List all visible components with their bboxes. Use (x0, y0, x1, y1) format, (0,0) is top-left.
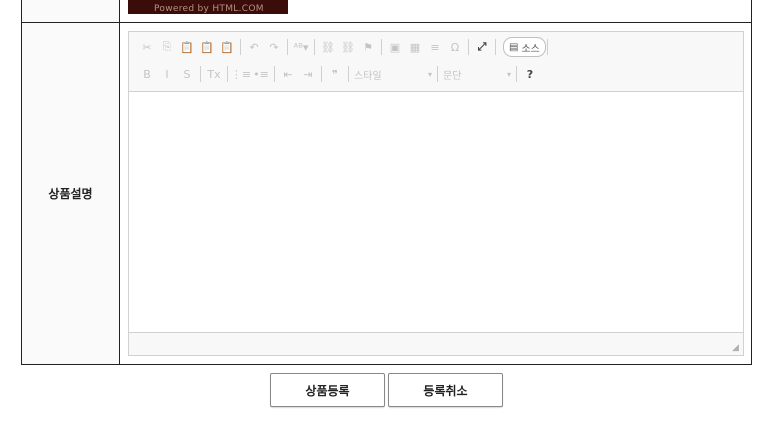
special-char-icon[interactable]: Ω (447, 39, 463, 55)
copy-icon[interactable]: ⎘ (159, 39, 175, 55)
source-button-label: 소스 (521, 43, 540, 55)
toolbar-separator (200, 66, 201, 82)
style-combo-label: 스타일 (354, 70, 382, 82)
cancel-registration-button[interactable]: 등록취소 (388, 373, 503, 407)
toolbar-separator (287, 39, 288, 55)
italic-icon[interactable]: I (159, 66, 175, 82)
toolbar-row-2: B I S Tx ⋮≡ •≡ ⇤ ⇥ ❞ 스타일 ▾ 문단 ▾? (139, 65, 542, 83)
image-icon[interactable]: ▣ (387, 39, 403, 55)
strike-icon[interactable]: S (179, 66, 195, 82)
toolbar-separator (274, 66, 275, 82)
toolbar-separator (314, 39, 315, 55)
bulleted-list-icon[interactable]: •≡ (253, 66, 269, 82)
blockquote-icon[interactable]: ❞ (327, 66, 343, 82)
toolbar-row-1: ✂ ⎘ 📋 📋 📋 ↶ ↷ ᴬᴮ▾ ⛓ ⛓ ⚑ ▣ ▦ ≡ Ω ⤢ ▤ 소스 (139, 37, 553, 57)
paste-icon[interactable]: 📋 (179, 39, 195, 55)
editor-statusbar: ◢ (129, 332, 743, 355)
toolbar-separator (348, 66, 349, 82)
help-icon[interactable]: ? (522, 66, 538, 82)
register-product-button[interactable]: 상품등록 (270, 373, 385, 407)
bold-icon[interactable]: B (139, 66, 155, 82)
maximize-icon[interactable]: ⤢ (474, 39, 490, 55)
unlink-icon[interactable]: ⛓ (340, 39, 356, 55)
toolbar-separator (546, 39, 548, 55)
indent-icon[interactable]: ⇥ (300, 66, 316, 82)
form-label-cell-empty (22, 0, 120, 22)
product-form-table: Powered by HTML.COM 상품설명 ✂ ⎘ 📋 📋 📋 ↶ ↷ ᴬᴮ▾ ⛓ ⛓ ⚑ ▣ ▦… (21, 0, 752, 365)
rich-text-editor: ✂ ⎘ 📋 📋 📋 ↶ ↷ ᴬᴮ▾ ⛓ ⛓ ⚑ ▣ ▦ ≡ Ω ⤢ ▤ 소스 B I S Tx ⋮≡ •≡ ⇤ ⇥ ❞ 스타일 ▾ 문단… (128, 31, 744, 356)
paste-word-icon[interactable]: 📋 (219, 39, 235, 55)
toolbar-separator (227, 66, 228, 82)
spellcheck-icon[interactable]: ᴬᴮ▾ (293, 39, 309, 55)
toolbar-separator (321, 66, 322, 82)
dropdown-arrow-icon: ▾ (506, 69, 511, 79)
dropdown-arrow-icon: ▾ (427, 69, 432, 79)
powered-by-banner: Powered by HTML.COM (128, 0, 288, 14)
horizontal-rule-icon[interactable]: ≡ (427, 39, 443, 55)
style-combo[interactable]: 스타일 ▾ (354, 67, 432, 82)
table-icon[interactable]: ▦ (407, 39, 423, 55)
format-combo[interactable]: 문단 ▾ (443, 67, 511, 82)
toolbar-separator (516, 66, 517, 82)
toolbar-separator (468, 39, 469, 55)
format-combo-label: 문단 (443, 70, 462, 82)
anchor-icon[interactable]: ⚑ (360, 39, 376, 55)
description-label: 상품설명 (22, 23, 120, 364)
form-row-description: 상품설명 ✂ ⎘ 📋 📋 📋 ↶ ↷ ᴬᴮ▾ ⛓ ⛓ ⚑ ▣ ▦ ≡ Ω ⤢ ▤ 소스 B I S Tx ⋮≡ •≡ ⇤ ⇥ ❞ 스… (22, 23, 751, 364)
toolbar-separator (437, 66, 438, 82)
resize-handle-icon[interactable]: ◢ (732, 344, 741, 353)
paste-text-icon[interactable]: 📋 (199, 39, 215, 55)
remove-format-icon[interactable]: Tx (206, 66, 222, 82)
link-icon[interactable]: ⛓ (320, 39, 336, 55)
toolbar-separator (495, 39, 496, 55)
form-row-banner: Powered by HTML.COM (22, 0, 751, 23)
undo-icon[interactable]: ↶ (246, 39, 262, 55)
numbered-list-icon[interactable]: ⋮≡ (231, 66, 251, 82)
editor-toolbar: ✂ ⎘ 📋 📋 📋 ↶ ↷ ᴬᴮ▾ ⛓ ⛓ ⚑ ▣ ▦ ≡ Ω ⤢ ▤ 소스 B I S Tx ⋮≡ •≡ ⇤ ⇥ ❞ 스타일 ▾ 문단… (129, 32, 743, 92)
cut-icon[interactable]: ✂ (139, 39, 155, 55)
editor-content-area[interactable] (129, 92, 743, 332)
source-button[interactable]: ▤ 소스 (503, 37, 546, 57)
toolbar-separator (240, 39, 241, 55)
toolbar-separator (381, 39, 382, 55)
redo-icon[interactable]: ↷ (266, 39, 282, 55)
source-icon: ▤ (509, 41, 519, 53)
outdent-icon[interactable]: ⇤ (280, 66, 296, 82)
